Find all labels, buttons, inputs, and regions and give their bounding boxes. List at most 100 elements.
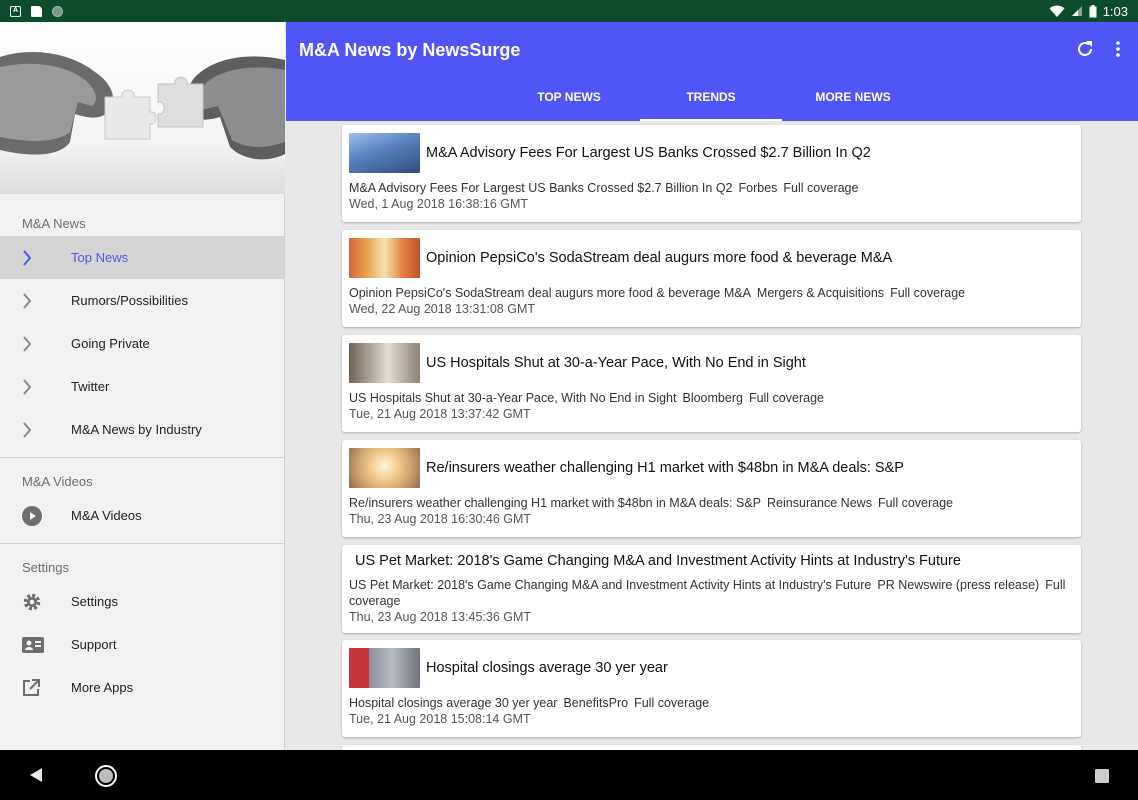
article-summary: US Hospitals Shut at 30-a-Year Pace, Wit…: [349, 391, 677, 405]
article-thumbnail: [349, 647, 420, 688]
drawer-item-settings[interactable]: Settings: [0, 580, 284, 623]
news-card[interactable]: Re/insurers weather challenging H1 marke…: [342, 440, 1081, 537]
news-card[interactable]: Hospital closings average 30 yer year Ho…: [342, 640, 1081, 737]
circle-app-icon: [52, 5, 63, 17]
section-title-settings: Settings: [22, 560, 69, 575]
tab-more-news[interactable]: MORE NEWS: [782, 79, 924, 121]
article-source[interactable]: Reinsurance News: [767, 496, 872, 510]
sd-card-icon: [31, 5, 42, 17]
article-thumbnail: [349, 132, 420, 173]
battery-icon: [1089, 4, 1097, 17]
home-icon[interactable]: [94, 764, 118, 788]
signal-icon: [1071, 6, 1082, 16]
recents-icon[interactable]: [1094, 768, 1110, 784]
drawer-item-label: Top News: [71, 250, 129, 265]
article-thumbnail: [349, 342, 420, 383]
article-date: Wed, 22 Aug 2018 13:31:08 GMT: [349, 302, 536, 316]
drawer-item-label: Settings: [71, 594, 118, 609]
article-summary: Opinion PepsiCo's SodaStream deal augurs…: [349, 286, 751, 300]
chevron-right-icon: [23, 335, 32, 352]
drawer-item-label: Twitter: [71, 379, 110, 394]
tab-trends[interactable]: TRENDS: [640, 79, 782, 121]
article-headline[interactable]: US Hospitals Shut at 30-a-Year Pace, Wit…: [426, 355, 806, 371]
chevron-right-icon: [23, 249, 32, 266]
full-coverage-link[interactable]: Full coverage: [783, 181, 858, 195]
article-thumbnail: [349, 447, 420, 488]
news-card[interactable]: Opinion PepsiCo's SodaStream deal augurs…: [342, 230, 1081, 327]
chevron-right-icon: [23, 378, 32, 395]
app-toolbar: M&A News by NewsSurge TOP NEWS TRENDS MO…: [286, 22, 1138, 121]
overflow-menu-icon[interactable]: [1116, 41, 1120, 57]
article-date: Thu, 23 Aug 2018 13:45:36 GMT: [349, 610, 532, 624]
status-bar: A 1:03: [0, 0, 1138, 22]
article-source-line: Opinion PepsiCo's SodaStream deal augurs…: [349, 285, 1074, 301]
news-list[interactable]: M&A Advisory Fees For Largest US Banks C…: [286, 121, 1138, 750]
article-source-line: US Pet Market: 2018's Game Changing M&A …: [349, 577, 1074, 609]
article-source-line: US Hospitals Shut at 30-a-Year Pace, Wit…: [349, 390, 1074, 406]
article-source[interactable]: Bloomberg: [682, 391, 742, 405]
article-summary: Re/insurers weather challenging H1 marke…: [349, 496, 762, 510]
drawer-item-label: M&A Videos: [71, 508, 142, 523]
wifi-icon: [1049, 5, 1065, 17]
article-source[interactable]: Mergers & Acquisitions: [757, 286, 884, 300]
article-source[interactable]: Forbes: [739, 181, 778, 195]
drawer-item-more-apps[interactable]: More Apps: [0, 666, 284, 709]
section-title-ma-news: M&A News: [22, 216, 86, 231]
full-coverage-link[interactable]: Full coverage: [634, 696, 709, 710]
puzzle-hands-image: [0, 52, 285, 160]
article-source-line: Hospital closings average 30 yer year Ben…: [349, 695, 1074, 711]
refresh-icon[interactable]: [1076, 40, 1094, 58]
article-date: Thu, 23 Aug 2018 16:30:46 GMT: [349, 512, 532, 526]
drawer-item-support[interactable]: Support: [0, 623, 284, 666]
chevron-right-icon: [23, 292, 32, 309]
drawer-item-label: Going Private: [71, 336, 150, 351]
article-summary: Hospital closings average 30 yer year: [349, 696, 558, 710]
article-source-line: M&A Advisory Fees For Largest US Banks C…: [349, 180, 1074, 196]
clock: 1:03: [1102, 3, 1128, 19]
article-date: Tue, 21 Aug 2018 15:08:14 GMT: [349, 712, 531, 726]
article-headline[interactable]: Opinion PepsiCo's SodaStream deal augurs…: [426, 250, 892, 266]
tab-bar: TOP NEWS TRENDS MORE NEWS: [498, 79, 924, 121]
article-summary: M&A Advisory Fees For Largest US Banks C…: [349, 181, 733, 195]
article-source[interactable]: BenefitsPro: [563, 696, 628, 710]
article-headline[interactable]: US Pet Market: 2018's Game Changing M&A …: [349, 553, 1074, 571]
article-headline[interactable]: Re/insurers weather challenging H1 marke…: [426, 460, 904, 476]
drawer-item-news-by-industry[interactable]: M&A News by Industry: [0, 408, 284, 451]
full-coverage-link[interactable]: Full coverage: [749, 391, 824, 405]
drawer-item-twitter[interactable]: Twitter: [0, 365, 284, 408]
tab-top-news[interactable]: TOP NEWS: [498, 79, 640, 121]
drawer-item-label: Rumors/Possibilities: [71, 293, 189, 308]
play-circle-icon: [22, 505, 42, 526]
contact-card-icon: [22, 636, 44, 653]
news-card[interactable]: US Hospitals Shut at 30-a-Year Pace, Wit…: [342, 335, 1081, 432]
drawer-item-top-news[interactable]: Top News: [0, 236, 284, 279]
article-date: Tue, 21 Aug 2018 13:37:42 GMT: [349, 407, 531, 421]
news-card[interactable]: US Pet Market: 2018's Game Changing M&A …: [342, 545, 1081, 633]
drawer-item-label: More Apps: [71, 680, 134, 695]
article-thumbnail: [349, 237, 420, 278]
drawer-item-label: Support: [71, 637, 117, 652]
article-date: Wed, 1 Aug 2018 16:38:16 GMT: [349, 197, 529, 211]
drawer-item-going-private[interactable]: Going Private: [0, 322, 284, 365]
back-icon[interactable]: [28, 767, 44, 783]
section-title-ma-videos: M&A Videos: [22, 474, 93, 489]
chevron-right-icon: [23, 421, 32, 438]
a-notification-icon: A: [10, 5, 21, 17]
full-coverage-link[interactable]: Full coverage: [878, 496, 953, 510]
news-card[interactable]: M&A Advisory Fees For Largest US Banks C…: [342, 125, 1081, 222]
article-headline[interactable]: Hospital closings average 30 yer year: [426, 660, 668, 676]
open-external-icon: [23, 678, 40, 696]
article-summary: US Pet Market: 2018's Game Changing M&A …: [349, 578, 872, 592]
article-source-line: Re/insurers weather challenging H1 marke…: [349, 495, 1074, 511]
drawer-item-ma-videos[interactable]: M&A Videos: [0, 494, 284, 537]
drawer-item-label: M&A News by Industry: [71, 422, 202, 437]
full-coverage-link[interactable]: Full coverage: [890, 286, 965, 300]
gear-icon: [23, 593, 41, 610]
drawer-item-rumors[interactable]: Rumors/Possibilities: [0, 279, 284, 322]
drawer-header-image: [0, 22, 285, 194]
app-title: M&A News by NewsSurge: [299, 40, 521, 60]
system-navigation-bar: [0, 750, 1138, 800]
article-source[interactable]: PR Newswire (press release): [877, 578, 1039, 592]
article-headline[interactable]: M&A Advisory Fees For Largest US Banks C…: [426, 145, 871, 161]
navigation-drawer: M&A News Top News Rumors/Possibilities G…: [0, 22, 285, 750]
